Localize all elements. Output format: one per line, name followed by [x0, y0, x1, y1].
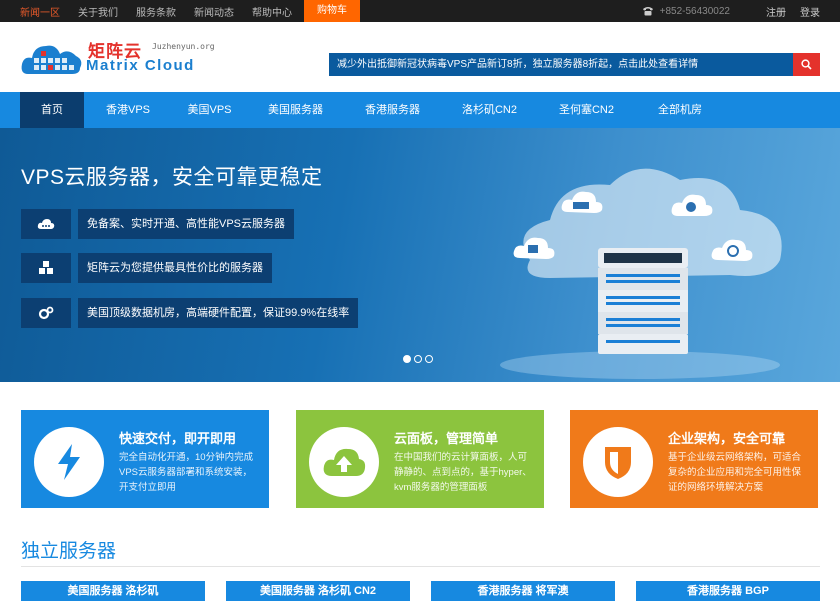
- slider-dot[interactable]: [425, 355, 433, 363]
- card-description: 基于企业级云网络架构，可适合复杂的企业应用和完全可用性保证的网络环境解决方案: [668, 452, 802, 493]
- top-link-updates[interactable]: 新闻动态: [194, 4, 234, 19]
- banner-feature-text: 矩阵云为您提供最具性价比的服务器: [78, 253, 272, 283]
- top-link-terms[interactable]: 服务条款: [136, 4, 176, 19]
- cloud-server-illustration: [500, 168, 782, 379]
- product-tab[interactable]: 香港服务器 BGP: [636, 581, 820, 601]
- card-description: 在中国我们的云计算面板，人可静静的、点到点的，基于hyper、kvm服务器的管理…: [394, 452, 532, 493]
- card-title: 企业架构，安全可靠: [668, 431, 786, 446]
- card-title: 快速交付，即开即用: [119, 431, 237, 446]
- server-tower: [598, 248, 688, 354]
- section-divider: [21, 566, 820, 567]
- nav-item-all-dc[interactable]: 全部机房: [635, 92, 725, 128]
- card-title: 云面板，管理简单: [394, 431, 499, 446]
- slider-dots: [403, 355, 436, 363]
- section-title-dedicated-servers: 独立服务器: [21, 541, 117, 562]
- login-link[interactable]: 登录: [800, 4, 820, 19]
- header: 矩阵云 Juzhenyun.org Matrix Cloud 减少外出抵御新冠状…: [0, 22, 840, 92]
- feature-card-fast-delivery[interactable]: 快速交付，即开即用 完全自动化开通，10分钟内完成VPS云服务器部署和系统安装，…: [21, 410, 269, 508]
- nav-item-us-server[interactable]: 美国服务器: [247, 92, 344, 128]
- product-tab[interactable]: 美国服务器 洛杉矶 CN2: [226, 581, 410, 601]
- top-link-news[interactable]: 新闻一区: [20, 4, 60, 19]
- hero-banner[interactable]: VPS云服务器，安全可靠更稳定 免备案、实时开通、高性能VPS云服务器 矩阵云为…: [0, 128, 840, 382]
- phone-contact: +852-56430022: [642, 6, 730, 17]
- banner-feature-text: 美国顶级数据机房，高端硬件配置，保证99.9%在线率: [78, 298, 359, 328]
- product-tab[interactable]: 美国服务器 洛杉矶: [21, 581, 205, 601]
- banner-title: VPS云服务器，安全可靠更稳定: [21, 166, 323, 189]
- nav-item-hk-server[interactable]: 香港服务器: [344, 92, 441, 128]
- register-link[interactable]: 注册: [766, 4, 786, 19]
- top-link-about[interactable]: 关于我们: [78, 4, 118, 19]
- banner-feature: 美国顶级数据机房，高端硬件配置，保证99.9%在线率: [21, 298, 359, 328]
- cloud-icon: [21, 209, 71, 239]
- search-icon: [801, 59, 812, 70]
- slider-dot[interactable]: [403, 355, 411, 363]
- gears-icon: [21, 298, 71, 328]
- nav-item-la-cn2[interactable]: 洛杉矶CN2: [441, 92, 538, 128]
- search-input[interactable]: 减少外出抵御新冠状病毒VPS产品新订8折，独立服务器8折起，点击此处查看详情: [329, 53, 793, 76]
- nav-item-sj-cn2[interactable]: 圣何塞CN2: [538, 92, 635, 128]
- nav-item-hk-vps[interactable]: 香港VPS: [84, 92, 172, 128]
- cloud-logo-icon: [21, 45, 82, 74]
- banner-feature: 矩阵云为您提供最具性价比的服务器: [21, 253, 272, 283]
- product-tab[interactable]: 香港服务器 将军澳: [431, 581, 615, 601]
- card-description: 完全自动化开通，10分钟内完成VPS云服务器部署和系统安装，开支付立即用: [119, 452, 254, 493]
- cloud-upload-icon: [309, 427, 379, 497]
- logo-english-name: Matrix Cloud: [86, 57, 195, 74]
- phone-number: +852-56430022: [659, 5, 730, 17]
- top-links: 新闻一区 关于我们 服务条款 新闻动态 帮助中心 购物车: [0, 0, 378, 22]
- shield-icon: [583, 427, 653, 497]
- banner-feature-text: 免备案、实时开通、高性能VPS云服务器: [78, 209, 295, 239]
- top-right: +852-56430022 注册 登录: [642, 0, 820, 22]
- search-button[interactable]: [793, 53, 820, 76]
- nav-item-us-vps[interactable]: 美国VPS: [172, 92, 247, 128]
- lightning-icon: [34, 427, 104, 497]
- slider-dot[interactable]: [414, 355, 422, 363]
- shopping-cart-button[interactable]: 购物车: [304, 0, 360, 22]
- feature-card-enterprise[interactable]: 企业架构，安全可靠 基于企业级云网络架构，可适合复杂的企业应用和完全可用性保证的…: [570, 410, 818, 508]
- logo[interactable]: 矩阵云 Juzhenyun.org Matrix Cloud: [20, 35, 215, 81]
- top-bar: 新闻一区 关于我们 服务条款 新闻动态 帮助中心 购物车 +852-564300…: [0, 0, 840, 22]
- phone-icon: [642, 7, 653, 16]
- cubes-icon: [21, 253, 71, 283]
- top-link-help[interactable]: 帮助中心: [252, 4, 292, 19]
- nav-item-home[interactable]: 首页: [20, 92, 84, 128]
- feature-card-cloud-panel[interactable]: 云面板，管理简单 在中国我们的云计算面板，人可静静的、点到点的，基于hyper、…: [296, 410, 544, 508]
- banner-feature: 免备案、实时开通、高性能VPS云服务器: [21, 209, 295, 239]
- main-nav: 首页 香港VPS 美国VPS 美国服务器 香港服务器 洛杉矶CN2 圣何塞CN2…: [0, 92, 840, 128]
- logo-domain: Juzhenyun.org: [152, 42, 215, 51]
